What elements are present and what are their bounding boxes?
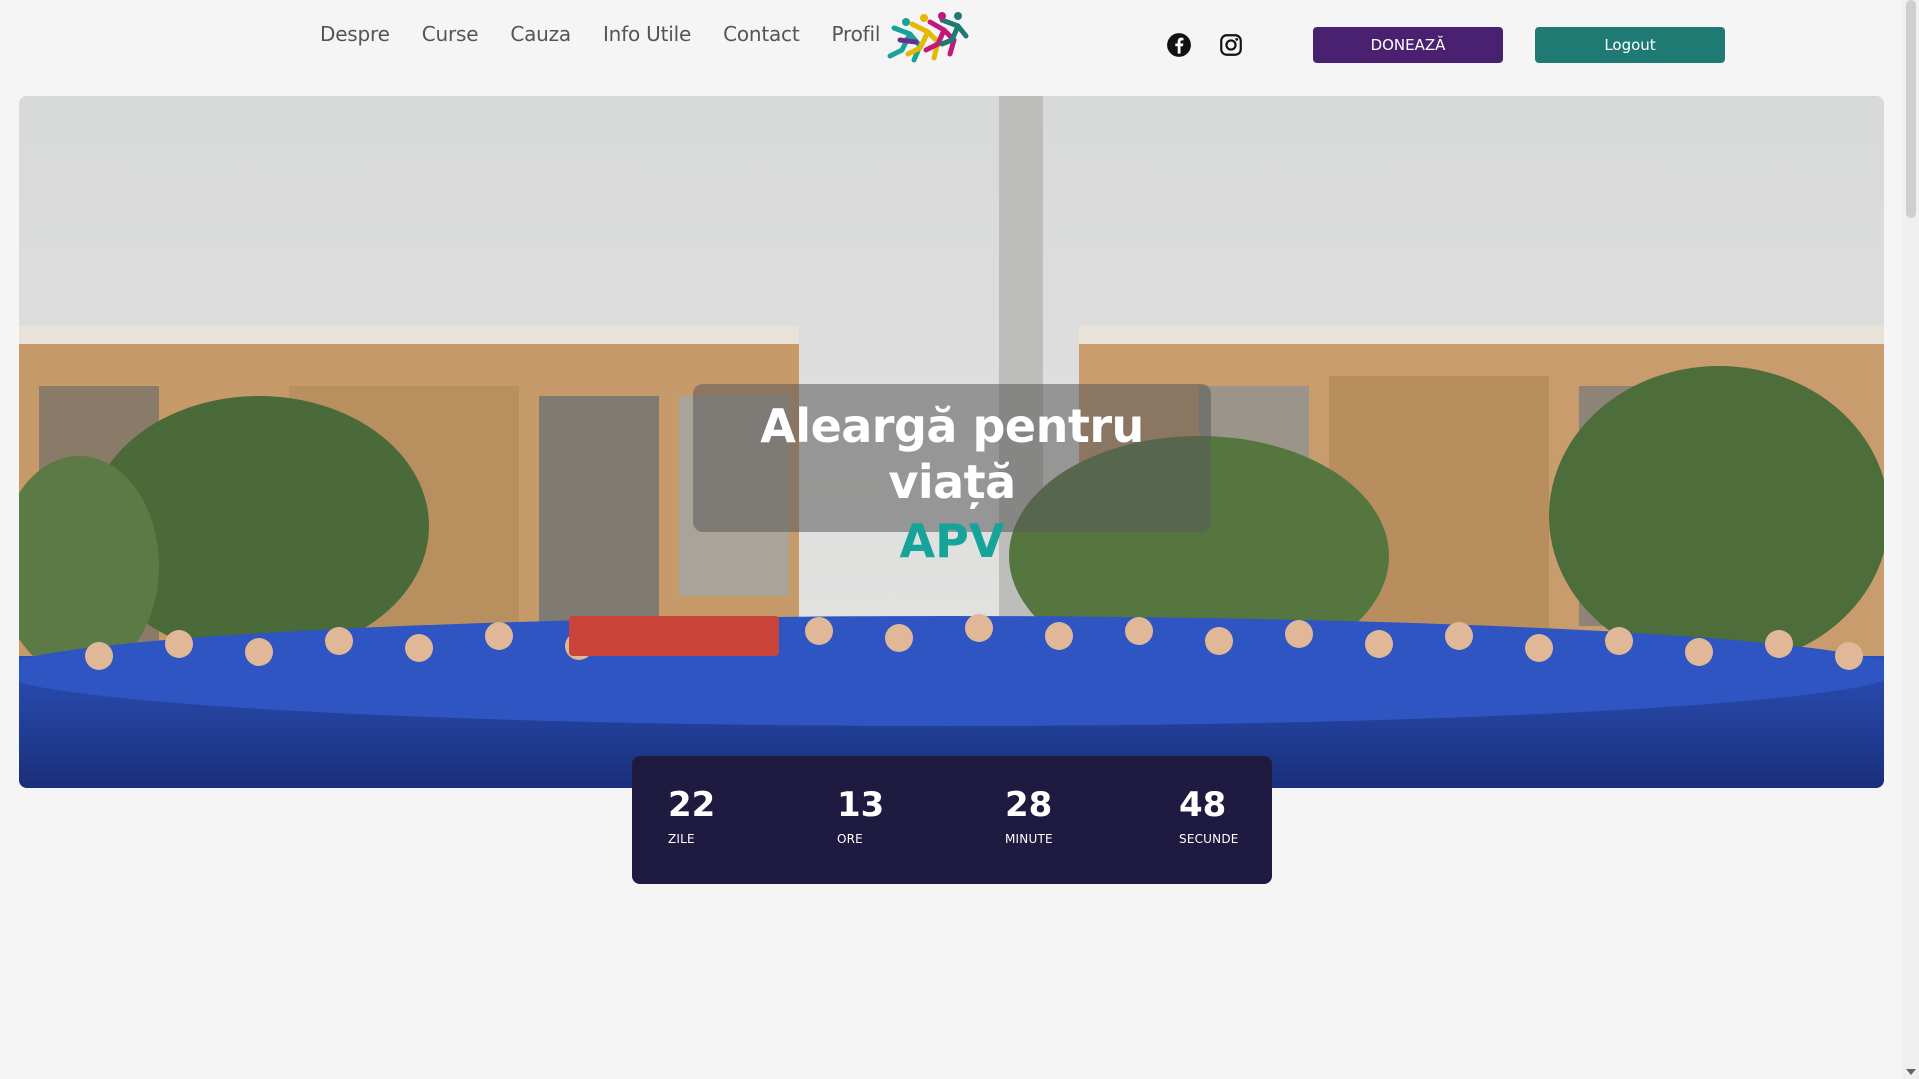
running-figures-logo-icon[interactable] xyxy=(880,10,970,66)
hero-banner: Aleargă pentru viață APV xyxy=(19,96,1884,788)
nav-despre[interactable]: Despre xyxy=(320,22,390,46)
countdown-hours-value: 13 xyxy=(837,785,885,825)
scroll-down-arrow-icon[interactable] xyxy=(1906,1069,1916,1075)
donate-button[interactable]: DONEAZĂ xyxy=(1313,27,1503,63)
countdown-minutes: 28 MINUTE xyxy=(1005,786,1053,846)
countdown-seconds-value: 48 xyxy=(1179,785,1227,825)
scrollbar-thumb[interactable] xyxy=(1906,0,1916,218)
countdown-timer: 22 ZILE 13 ORE 28 MINUTE 48 SECUNDE xyxy=(632,756,1272,884)
countdown-hours-label: ORE xyxy=(837,832,863,846)
countdown-minutes-value: 28 xyxy=(1005,785,1053,825)
countdown-days-label: ZILE xyxy=(668,832,695,846)
hero-subtitle: APV xyxy=(899,514,1005,568)
page: Despre Curse Cauza Info Utile Contact Pr… xyxy=(0,0,1919,1079)
nav-profil[interactable]: Profil xyxy=(832,22,881,46)
vertical-scrollbar[interactable] xyxy=(1902,0,1919,1079)
facebook-icon[interactable] xyxy=(1166,32,1192,58)
nav-cauza[interactable]: Cauza xyxy=(510,22,571,46)
nav-contact[interactable]: Contact xyxy=(723,22,800,46)
hero-title-card: Aleargă pentru viață APV xyxy=(693,384,1211,568)
countdown-seconds: 48 SECUNDE xyxy=(1179,786,1239,846)
instagram-icon[interactable] xyxy=(1218,32,1244,58)
main-nav: Despre Curse Cauza Info Utile Contact Pr… xyxy=(320,22,880,46)
countdown-seconds-label: SECUNDE xyxy=(1179,832,1239,846)
logout-button[interactable]: Logout xyxy=(1535,27,1725,63)
nav-curse[interactable]: Curse xyxy=(422,22,479,46)
hero-title: Aleargă pentru viață xyxy=(760,399,1144,509)
countdown-minutes-label: MINUTE xyxy=(1005,832,1053,846)
countdown-days-value: 22 xyxy=(668,785,716,825)
countdown-hours: 13 ORE xyxy=(837,786,884,846)
nav-info-utile[interactable]: Info Utile xyxy=(603,22,691,46)
countdown-days: 22 ZILE xyxy=(668,786,715,846)
site-header: Despre Curse Cauza Info Utile Contact Pr… xyxy=(0,0,1900,90)
